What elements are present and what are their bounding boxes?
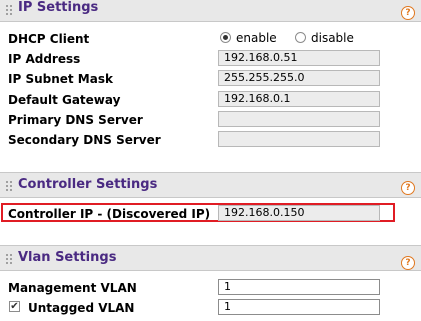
subnet-mask-row: IP Subnet Mask 255.255.255.0 bbox=[0, 69, 421, 89]
subnet-mask-field[interactable]: 255.255.255.0 bbox=[218, 70, 380, 86]
drag-grip-icon[interactable] bbox=[6, 181, 12, 191]
dhcp-disable-radio[interactable] bbox=[295, 32, 306, 43]
dhcp-enable-radio[interactable] bbox=[220, 32, 231, 43]
ip-settings-header: IP Settings ? bbox=[0, 0, 421, 22]
untagged-vlan-label: Untagged VLAN bbox=[28, 301, 135, 315]
vlan-settings-title: Vlan Settings bbox=[18, 250, 117, 265]
ip-address-row: IP Address 192.168.0.51 bbox=[0, 49, 421, 69]
help-icon[interactable]: ? bbox=[401, 256, 415, 270]
primary-dns-field[interactable] bbox=[218, 111, 380, 127]
controller-ip-row: Controller IP - (Discovered IP) 192.168.… bbox=[0, 204, 421, 224]
secondary-dns-field[interactable] bbox=[218, 131, 380, 147]
secondary-dns-row: Secondary DNS Server bbox=[0, 130, 421, 150]
primary-dns-label: Primary DNS Server bbox=[8, 113, 143, 127]
dhcp-client-label: DHCP Client bbox=[8, 32, 90, 46]
untagged-vlan-field[interactable]: 1 bbox=[218, 299, 380, 315]
help-icon[interactable]: ? bbox=[401, 6, 415, 20]
vlan-settings-header: Vlan Settings ? bbox=[0, 245, 421, 271]
drag-grip-icon[interactable] bbox=[6, 254, 12, 264]
ip-address-label: IP Address bbox=[8, 52, 81, 66]
management-vlan-label: Management VLAN bbox=[8, 281, 137, 295]
drag-grip-icon[interactable] bbox=[6, 5, 12, 15]
default-gateway-row: Default Gateway 192.168.0.1 bbox=[0, 90, 421, 110]
ip-settings-title: IP Settings bbox=[18, 0, 99, 15]
secondary-dns-label: Secondary DNS Server bbox=[8, 133, 161, 147]
subnet-mask-label: IP Subnet Mask bbox=[8, 72, 113, 86]
dhcp-enable-label: enable bbox=[236, 31, 277, 45]
untagged-vlan-checkbox[interactable]: ✔ bbox=[9, 301, 20, 312]
controller-settings-title: Controller Settings bbox=[18, 177, 158, 192]
controller-ip-field[interactable]: 192.168.0.150 bbox=[218, 205, 380, 221]
dhcp-client-row: DHCP Client enable disable bbox=[0, 29, 421, 49]
ip-address-field[interactable]: 192.168.0.51 bbox=[218, 50, 380, 66]
default-gateway-label: Default Gateway bbox=[8, 93, 121, 107]
controller-ip-label: Controller IP - (Discovered IP) bbox=[8, 207, 211, 221]
untagged-vlan-row: ✔ Untagged VLAN 1 bbox=[0, 298, 421, 318]
management-vlan-field[interactable]: 1 bbox=[218, 279, 380, 295]
dhcp-disable-label: disable bbox=[311, 31, 354, 45]
help-icon[interactable]: ? bbox=[401, 181, 415, 195]
primary-dns-row: Primary DNS Server bbox=[0, 110, 421, 130]
management-vlan-row: Management VLAN 1 bbox=[0, 278, 421, 298]
default-gateway-field[interactable]: 192.168.0.1 bbox=[218, 91, 380, 107]
controller-settings-header: Controller Settings ? bbox=[0, 172, 421, 198]
